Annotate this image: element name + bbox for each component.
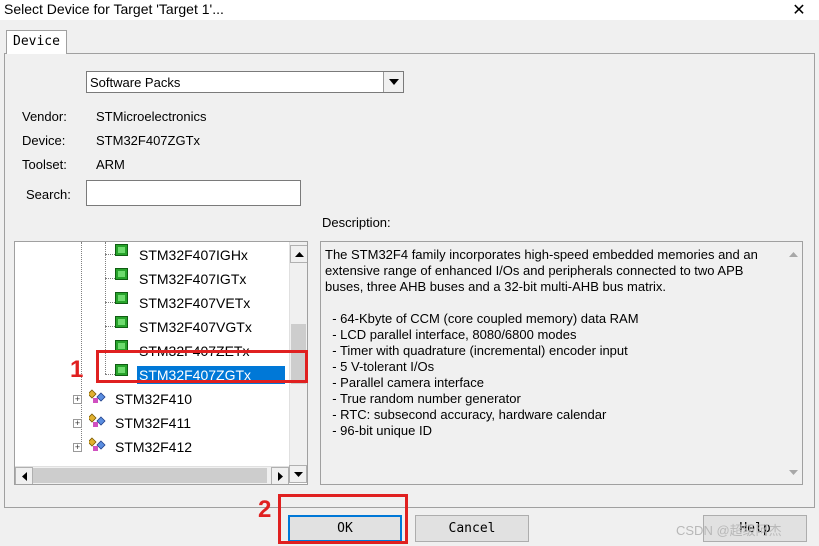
arrow-down-icon xyxy=(293,471,303,477)
family-label-text: STM32F411 xyxy=(115,415,191,431)
annotation-marker-2: 2 xyxy=(258,496,272,523)
chip-icon xyxy=(115,316,128,328)
scroll-down-button[interactable] xyxy=(289,465,307,483)
device-family-icon xyxy=(89,437,106,451)
device-label-text: STM32F407VGTx xyxy=(139,319,252,335)
tree-vertical-scrollbar[interactable] xyxy=(289,242,307,467)
chip-icon xyxy=(115,268,128,280)
chip-icon xyxy=(115,244,128,256)
cancel-button[interactable]: Cancel xyxy=(415,515,529,542)
chevron-down-icon xyxy=(388,79,399,85)
arrow-left-icon xyxy=(21,471,27,481)
description-box: The STM32F4 family incorporates high-spe… xyxy=(320,241,803,485)
source-dropdown[interactable]: Software Packs xyxy=(86,71,404,93)
watermark: CSDN @超级阿杰 xyxy=(676,523,782,538)
family-label-text: STM32F412 xyxy=(115,439,193,455)
close-button[interactable]: ✕ xyxy=(779,0,819,20)
tree-item-device[interactable]: STM32F407IGHx xyxy=(15,244,291,266)
tree-item-device[interactable]: STM32F407IGTx xyxy=(15,268,291,290)
family-label-text: STM32F410 xyxy=(115,391,193,407)
source-dropdown-value: Software Packs xyxy=(90,75,181,90)
device-family-icon xyxy=(89,413,106,427)
device-tree[interactable]: STM32F407IGHx STM32F407IGTx STM32F407VET… xyxy=(14,241,308,485)
arrow-down-icon xyxy=(789,470,798,475)
tree-item-device[interactable]: STM32F407VETx xyxy=(15,292,291,314)
search-input[interactable] xyxy=(86,180,301,206)
annotation-marker-1: 1 xyxy=(70,356,84,383)
device-value: STM32F407ZGTx xyxy=(96,133,201,148)
description-label: Description: xyxy=(322,215,391,230)
dropdown-button[interactable] xyxy=(383,72,403,92)
toolset-value: ARM xyxy=(96,157,125,172)
device-label: Device: xyxy=(22,133,66,148)
device-label-text: STM32F407IGTx xyxy=(139,271,247,287)
tree-item-family[interactable]: + STM32F411 xyxy=(15,412,291,434)
expand-icon[interactable]: + xyxy=(73,395,82,404)
description-text: The STM32F4 family incorporates high-spe… xyxy=(325,247,758,438)
device-label-text: STM32F407VETx xyxy=(139,295,251,311)
arrow-up-icon xyxy=(294,251,304,257)
device-label-text: STM32F407IGHx xyxy=(139,247,248,263)
scroll-thumb[interactable] xyxy=(291,324,306,384)
scroll-up-button[interactable] xyxy=(290,245,307,263)
device-family-icon xyxy=(89,389,106,403)
search-label: Search: xyxy=(26,187,71,202)
tree-item-device[interactable]: STM32F407ZETx xyxy=(15,340,291,362)
chip-icon xyxy=(115,292,128,304)
device-label-text: STM32F407ZGTx xyxy=(137,366,285,384)
scroll-left-button[interactable] xyxy=(15,467,33,484)
title-bar: Select Device for Target 'Target 1'... ✕ xyxy=(0,0,819,20)
device-label-text: STM32F407ZETx xyxy=(139,343,250,359)
expand-icon[interactable]: + xyxy=(73,443,82,452)
window-title: Select Device for Target 'Target 1'... xyxy=(4,1,224,17)
tree-item-device-selected[interactable]: STM32F407ZGTx xyxy=(15,364,291,386)
arrow-right-icon xyxy=(277,471,283,481)
close-icon: ✕ xyxy=(792,2,806,19)
scroll-right-button[interactable] xyxy=(271,467,289,484)
vendor-value: STMicroelectronics xyxy=(96,109,207,124)
description-scrollbar[interactable] xyxy=(784,242,802,484)
tree-horizontal-scrollbar[interactable] xyxy=(15,466,289,484)
tree-item-family[interactable]: + STM32F412 xyxy=(15,436,291,458)
horizontal-scroll-thumb[interactable] xyxy=(33,468,267,483)
ok-button[interactable]: OK xyxy=(288,515,402,542)
tree-item-device[interactable]: STM32F407VGTx xyxy=(15,316,291,338)
tree-item-family[interactable]: + STM32F410 xyxy=(15,388,291,410)
expand-icon[interactable]: + xyxy=(73,419,82,428)
chip-icon xyxy=(115,364,128,376)
toolset-label: Toolset: xyxy=(22,157,67,172)
arrow-up-icon xyxy=(789,252,798,257)
chip-icon xyxy=(115,340,128,352)
vendor-label: Vendor: xyxy=(22,109,67,124)
tab-device[interactable]: Device xyxy=(6,30,67,54)
